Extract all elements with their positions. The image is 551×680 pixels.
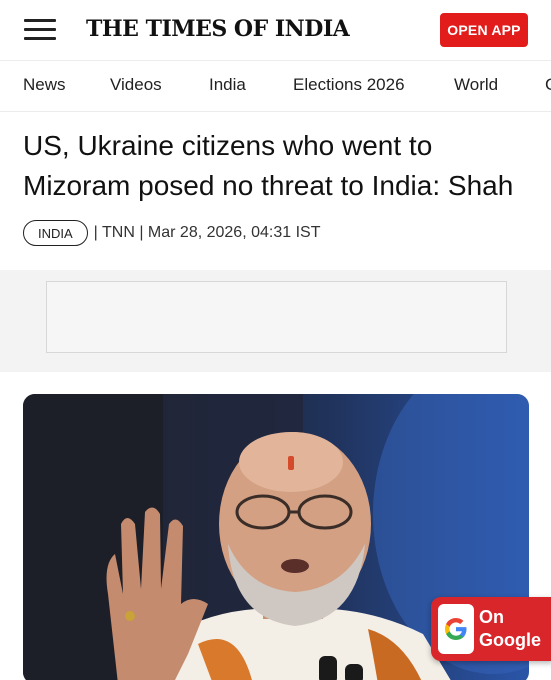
page: THE TIMES OF INDIA OPEN APP News Videos … (0, 0, 551, 680)
on-google-badge[interactable]: On Google (431, 597, 551, 661)
badge-line-google: Google (479, 630, 541, 650)
ad-placeholder[interactable] (46, 281, 507, 353)
open-app-button[interactable]: OPEN APP (440, 13, 528, 47)
article-headline: US, Ukraine citizens who went to Mizoram… (23, 130, 514, 201)
ad-band (0, 270, 551, 372)
nav-item-overflow[interactable]: C (545, 75, 551, 95)
nav-item-news[interactable]: News (23, 75, 66, 95)
nav-item-india[interactable]: India (209, 75, 246, 95)
category-tag[interactable]: INDIA (23, 220, 88, 246)
nav-item-videos[interactable]: Videos (110, 75, 162, 95)
article-meta: INDIA | TNN | Mar 28, 2026, 04:31 IST (23, 219, 320, 247)
top-header: THE TIMES OF INDIA OPEN APP (0, 0, 551, 60)
nav-item-world[interactable]: World (454, 75, 498, 95)
site-logo[interactable]: THE TIMES OF INDIA (86, 16, 350, 42)
nav-item-elections-2026[interactable]: Elections 2026 (293, 75, 405, 95)
google-g-icon (438, 604, 474, 654)
badge-line-on: On (479, 607, 504, 627)
section-nav: News Videos India Elections 2026 World C (0, 60, 551, 112)
hamburger-menu-icon[interactable] (24, 19, 56, 41)
byline: | TNN | Mar 28, 2026, 04:31 IST (93, 224, 321, 241)
